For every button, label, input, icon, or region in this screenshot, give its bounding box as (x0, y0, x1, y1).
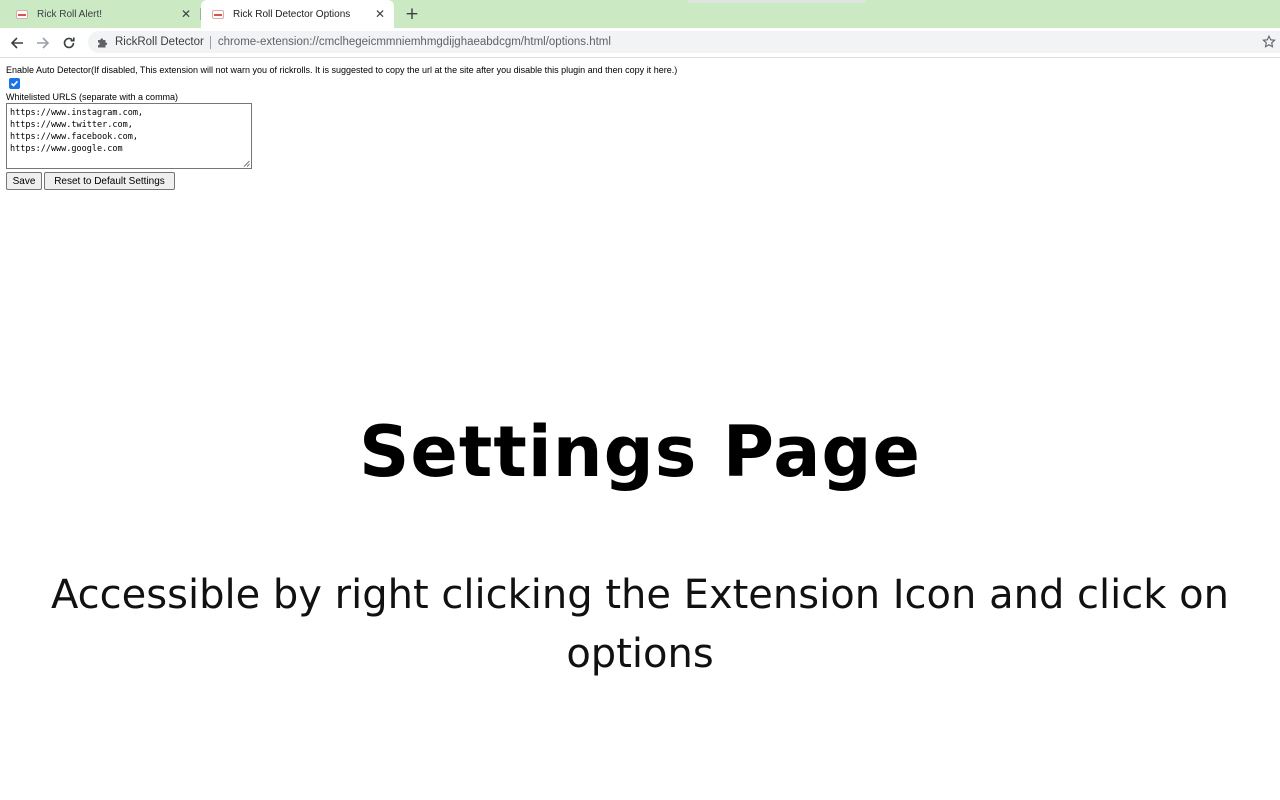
whitelist-label: Whitelisted URLS (separate with a comma) (6, 92, 179, 102)
back-arrow-icon (10, 37, 23, 49)
bookmark-star-icon[interactable] (1262, 35, 1276, 49)
tab-title: Rick Roll Detector Options (233, 8, 351, 20)
reload-icon (63, 37, 75, 49)
tab-rick-roll-alert[interactable]: Rick Roll Alert! ✕ (0, 0, 200, 28)
url-text[interactable]: chrome-extension://cmclhegeicmmniemhmgdi… (218, 36, 611, 48)
back-button[interactable] (7, 33, 27, 53)
reload-button[interactable] (59, 33, 79, 53)
browser-toolbar: RickRoll Detector chrome-extension://cmc… (0, 28, 1280, 58)
forward-arrow-icon (37, 37, 50, 49)
tab-rick-roll-detector-options[interactable]: Rick Roll Detector Options ✕ (201, 0, 394, 28)
resize-grip-icon[interactable] (243, 160, 250, 167)
close-tab-icon[interactable]: ✕ (372, 7, 388, 21)
tab-search-indicator (688, 0, 866, 3)
options-page: Enable Auto Detector(If disabled, This e… (0, 58, 1280, 800)
close-tab-icon[interactable]: ✕ (178, 7, 194, 21)
extension-favicon-icon (16, 9, 28, 19)
save-button[interactable]: Save (6, 172, 42, 190)
extension-favicon-icon (212, 9, 224, 19)
address-bar[interactable]: RickRoll Detector chrome-extension://cmc… (88, 31, 1280, 53)
omnibox-separator (209, 35, 211, 49)
tab-strip: Rick Roll Alert! ✕ Rick Roll Detector Op… (0, 0, 1280, 28)
whitelist-textarea[interactable]: https://www.instagram.com, https://www.t… (6, 103, 252, 169)
page-subtitle: Accessible by right clicking the Extensi… (51, 572, 1229, 677)
forward-button[interactable] (33, 33, 53, 53)
auto-detector-label: Enable Auto Detector(If disabled, This e… (6, 65, 678, 75)
auto-detector-checkbox[interactable] (9, 78, 20, 89)
checkmark-icon (10, 80, 19, 87)
puzzle-piece-icon (97, 36, 109, 48)
tab-title: Rick Roll Alert! (37, 8, 103, 20)
reset-default-button[interactable]: Reset to Default Settings (44, 172, 175, 190)
page-title: Settings Page (358, 411, 922, 493)
new-tab-button[interactable]: + (402, 4, 422, 24)
site-name: RickRoll Detector (115, 36, 204, 48)
